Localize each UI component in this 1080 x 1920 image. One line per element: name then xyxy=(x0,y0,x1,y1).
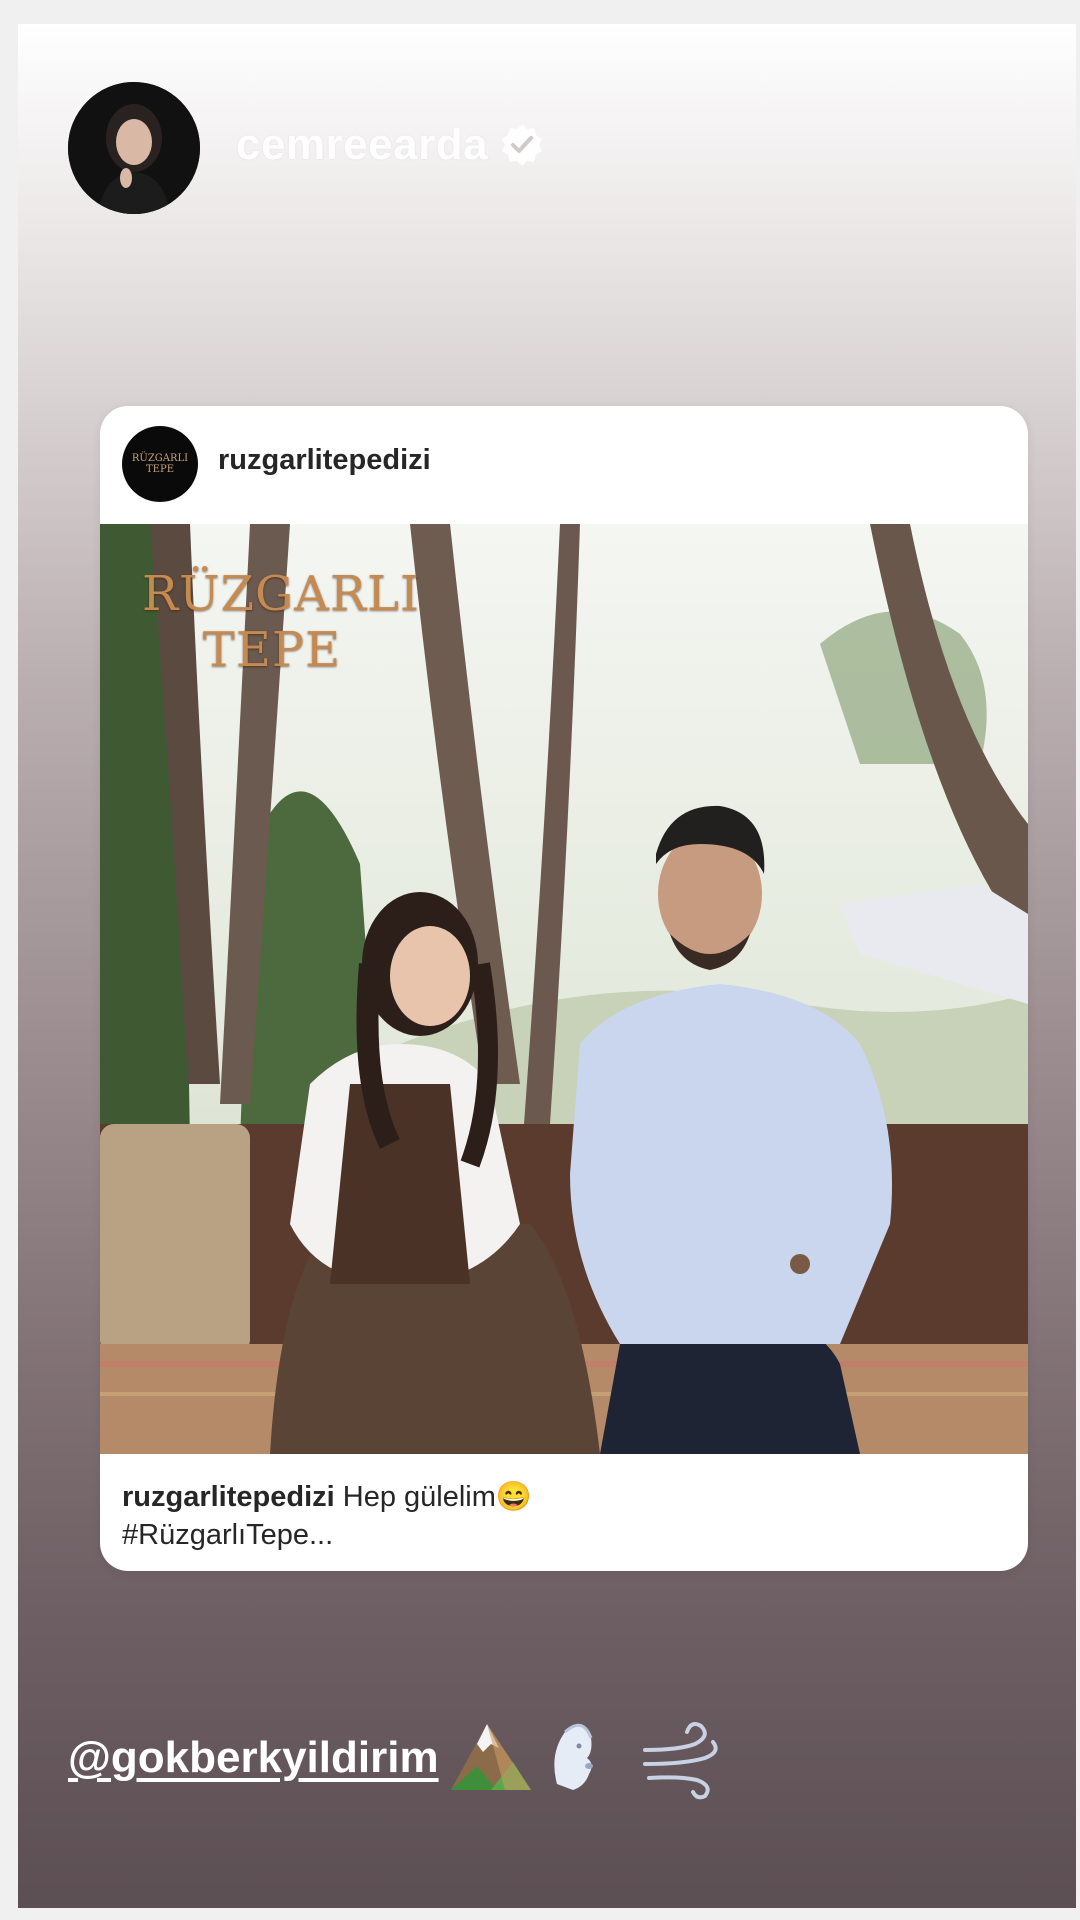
post-caption: ruzgarlitepedizi Hep gülelim😄 #RüzgarlıT… xyxy=(122,1478,1006,1554)
story-owner-username[interactable]: cemreearda xyxy=(236,120,546,170)
caption-text: Hep gülelim😄 xyxy=(342,1481,533,1513)
verified-badge-icon xyxy=(498,121,546,169)
post-avatar-logo-line-2: TEPE xyxy=(146,464,174,475)
post-author-avatar[interactable]: RÜZGARLI TEPE xyxy=(122,426,198,502)
mention-link[interactable]: @gokberkyildirim xyxy=(68,1733,439,1783)
story-owner-username-text[interactable]: cemreearda xyxy=(236,120,488,170)
post-header: RÜZGARLI TEPE ruzgarlitepedizi xyxy=(100,406,1028,524)
caption-more[interactable]: #RüzgarlıTepe... xyxy=(122,1519,333,1551)
story-owner-avatar[interactable] xyxy=(68,82,200,214)
show-logo-line-1: RÜZGARLI xyxy=(142,566,420,622)
post-avatar-logo-line-1: RÜZGARLI xyxy=(131,453,189,464)
face-blowing-wind-icon xyxy=(543,1714,631,1802)
post-image[interactable]: RÜZGARLI TEPE xyxy=(100,524,1028,1454)
caption-username[interactable]: ruzgarlitepedizi xyxy=(122,1481,335,1513)
dash-icon xyxy=(639,1714,727,1802)
mention-sticker[interactable]: @gokberkyildirim xyxy=(68,1714,727,1802)
mountain-icon xyxy=(447,1714,535,1802)
shared-post-card[interactable]: RÜZGARLI TEPE ruzgarlitepedizi RÜZGARLI … xyxy=(100,406,1028,1571)
show-logo-overlay: RÜZGARLI TEPE xyxy=(142,566,420,678)
post-author-username[interactable]: ruzgarlitepedizi xyxy=(218,444,431,477)
story-frame: cemreearda RÜZGARLI TEPE ruzgarlitepediz… xyxy=(18,24,1076,1908)
show-logo-line-2: TEPE xyxy=(202,622,342,678)
